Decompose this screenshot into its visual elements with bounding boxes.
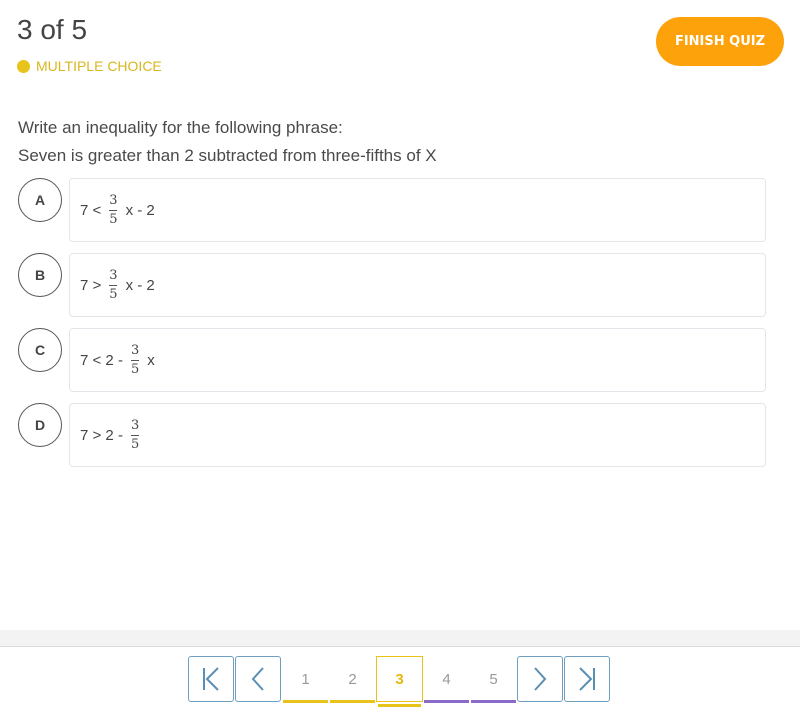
fraction-numerator: 3	[109, 192, 118, 208]
option-d-fraction: 35	[130, 417, 140, 452]
fraction-denominator: 5	[130, 361, 140, 377]
fraction-denominator: 5	[130, 436, 140, 452]
page-label: 3	[395, 670, 404, 688]
page-label: 5	[489, 670, 498, 688]
question-instruction: Write an inequality for the following ph…	[18, 118, 343, 137]
page-4-status-bar	[424, 700, 469, 703]
option-c-letter[interactable]: C	[18, 328, 62, 372]
page-3-status-bar	[378, 704, 421, 707]
fraction-denominator: 5	[109, 286, 118, 302]
option-a-answer[interactable]: 7 < 35 x - 2	[69, 178, 766, 242]
option-b-letter[interactable]: B	[18, 253, 62, 297]
next-page-icon	[534, 667, 547, 691]
page-4-button[interactable]: 4	[423, 656, 470, 703]
option-c-fraction: 35	[130, 342, 140, 377]
page-5-status-bar	[471, 700, 516, 703]
page-label: 2	[348, 670, 357, 688]
option-a-letter[interactable]: A	[18, 178, 62, 222]
page-1-status-bar	[283, 700, 328, 703]
page-label: 1	[301, 670, 310, 688]
fraction-numerator: 3	[130, 417, 140, 433]
option-c-answer[interactable]: 7 < 2 - 35 x	[69, 328, 766, 392]
page-2-status-bar	[330, 700, 375, 703]
finish-quiz-button[interactable]: FINISH QUIZ	[656, 17, 784, 66]
last-page-button[interactable]	[564, 656, 610, 702]
fraction-denominator: 5	[109, 211, 118, 227]
first-page-button[interactable]	[188, 656, 234, 702]
page-3-button[interactable]: 3	[376, 656, 423, 707]
page-1-button[interactable]: 1	[282, 656, 329, 703]
option-a[interactable]: A 7 < 35 x - 2	[18, 178, 768, 244]
next-page-button[interactable]	[517, 656, 563, 702]
page-5-button[interactable]: 5	[470, 656, 517, 703]
fraction-numerator: 3	[109, 267, 118, 283]
option-b-answer[interactable]: 7 > 35 x - 2	[69, 253, 766, 317]
fraction-bar	[109, 209, 118, 211]
option-d-before: 7 > 2 -	[80, 426, 123, 444]
option-b-fraction: 35	[109, 267, 118, 302]
question-phrase: Seven is greater than 2 subtracted from …	[18, 146, 437, 165]
option-b[interactable]: B 7 > 35 x - 2	[18, 253, 768, 319]
option-d-letter[interactable]: D	[18, 403, 62, 447]
option-a-before: 7 <	[80, 201, 102, 219]
question-counter: 3 of 5	[17, 14, 88, 45]
fraction-bar	[109, 284, 118, 286]
question-prompt: Write an inequality for the following ph…	[18, 114, 437, 170]
previous-page-icon	[251, 667, 264, 691]
option-b-before: 7 >	[80, 276, 102, 294]
option-d[interactable]: D 7 > 2 - 35	[18, 403, 768, 469]
question-type-dot-icon	[17, 59, 30, 73]
option-a-fraction: 35	[109, 192, 118, 227]
option-a-after: x - 2	[125, 201, 155, 219]
option-c-before: 7 < 2 -	[80, 351, 123, 369]
option-b-after: x - 2	[125, 276, 155, 294]
fraction-numerator: 3	[130, 342, 140, 358]
page-2-button[interactable]: 2	[329, 656, 376, 703]
pagination: 1 2 3 4 5	[188, 656, 611, 707]
fraction-bar	[131, 434, 140, 436]
previous-page-button[interactable]	[235, 656, 281, 702]
question-type-label: MULTIPLE CHOICE	[36, 58, 162, 74]
page-label: 4	[442, 670, 451, 688]
option-d-answer[interactable]: 7 > 2 - 35	[69, 403, 766, 467]
footer-divider	[0, 630, 800, 647]
option-c-after: x	[147, 351, 155, 369]
first-page-icon	[203, 667, 219, 691]
question-type: MULTIPLE CHOICE	[17, 58, 162, 74]
last-page-icon	[579, 667, 595, 691]
option-c[interactable]: C 7 < 2 - 35 x	[18, 328, 768, 394]
fraction-bar	[131, 359, 140, 361]
